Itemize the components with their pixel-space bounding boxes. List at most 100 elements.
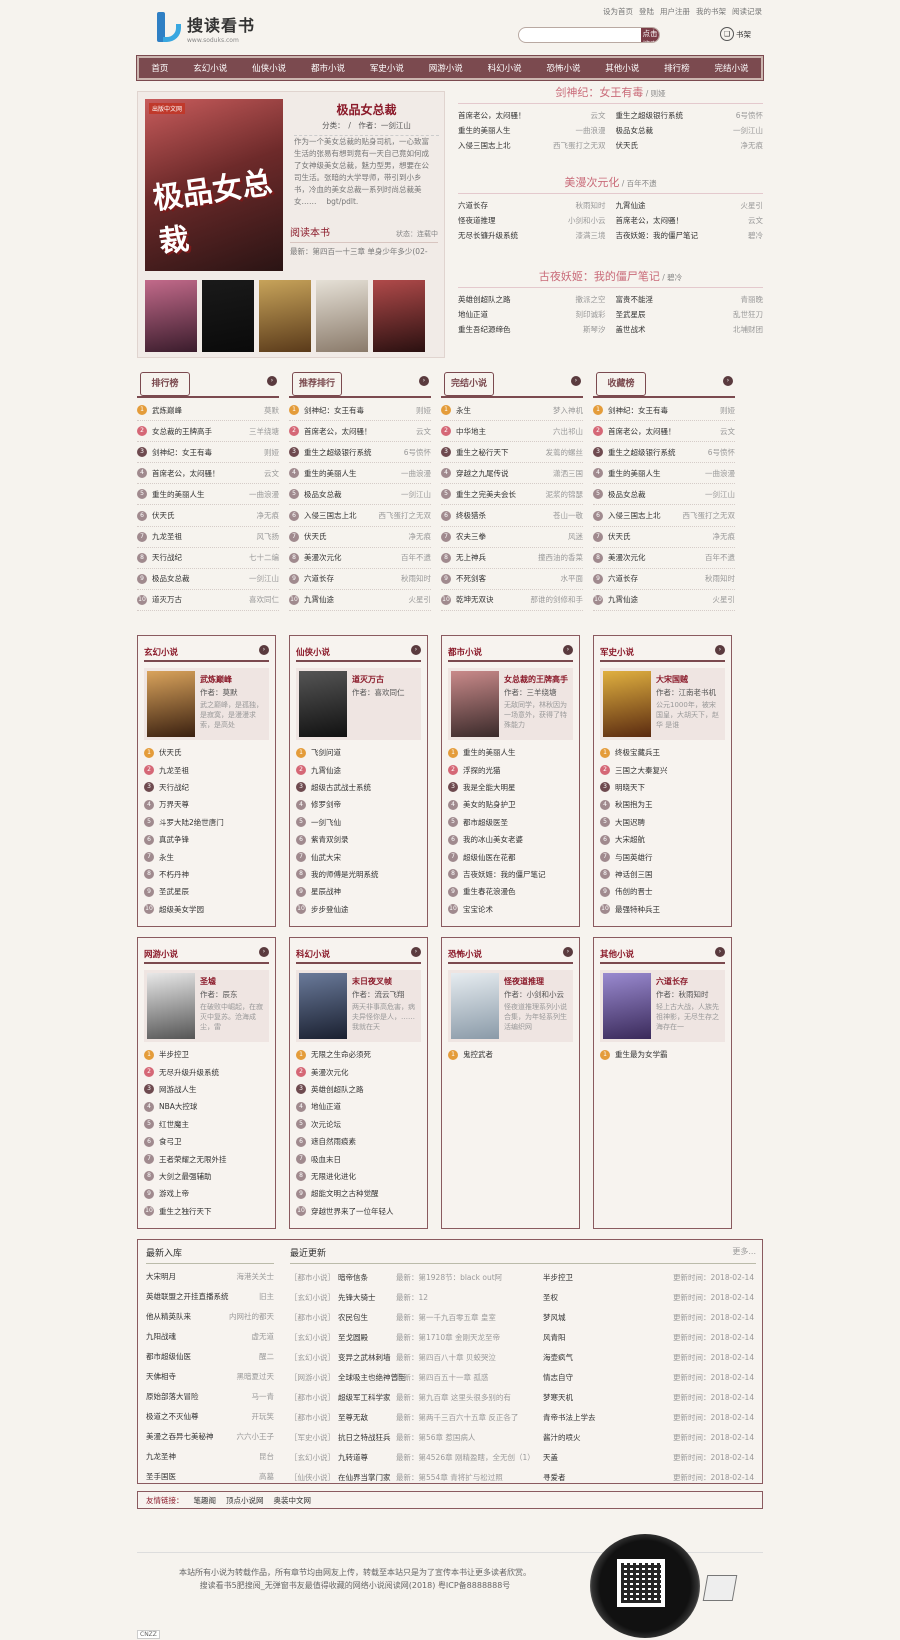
top-link[interactable]: 设为首页 bbox=[603, 6, 633, 17]
table-row[interactable]: 8 天行战纪 七十二编 bbox=[137, 548, 279, 569]
book-name[interactable]: 九霄仙途 bbox=[304, 594, 405, 605]
book-name[interactable]: 九阳战魂 bbox=[146, 1327, 176, 1347]
book-name[interactable]: 入侵三国志上北 bbox=[304, 510, 375, 521]
table-row[interactable]: ［仙侠小说］ 在仙界当掌门家 最新：第554章 青将扩与松过照 寻爱者 更新时间：201… bbox=[290, 1467, 756, 1487]
table-row[interactable]: ［玄幻小说］ 变异之武林刺墙 最新：第四百八十章 贝蛟哭泣 海壶疯气 更新时间：2018… bbox=[290, 1347, 756, 1367]
table-row[interactable]: 4 重生的美丽人生 一曲浪漫 bbox=[593, 463, 735, 485]
book-thumb[interactable] bbox=[373, 280, 425, 352]
table-row[interactable]: 2 女总裁的王牌高手 三羊绕塘 bbox=[137, 421, 279, 443]
list-item[interactable]: 2 九霄仙途 bbox=[296, 761, 421, 778]
table-row[interactable]: 3 重生之超级银行系统 6号愤怀 bbox=[289, 442, 431, 464]
featured-title[interactable]: 极品女总裁 bbox=[294, 101, 439, 118]
list-item[interactable]: 1 半步控卫 bbox=[144, 1046, 269, 1063]
nav-item[interactable]: 首页 bbox=[151, 62, 168, 74]
top-book-cover[interactable] bbox=[451, 671, 499, 737]
top-book-name[interactable]: 武炼巅峰 bbox=[200, 674, 266, 685]
table-row[interactable]: 5 重生的美丽人生 一曲浪漫 bbox=[137, 484, 279, 506]
book-name[interactable]: 红世魔主 bbox=[159, 1119, 189, 1130]
top-book-name[interactable]: 六道长存 bbox=[656, 976, 722, 987]
top-link[interactable]: 我的书架 bbox=[696, 6, 726, 17]
list-item[interactable]: 6 我的冰山美女老婆 bbox=[448, 831, 573, 848]
list-item[interactable]: 10 超级美女学园 bbox=[144, 901, 269, 918]
list-item[interactable]: 6 遮自然雨痕素 bbox=[296, 1133, 421, 1150]
top-book-name[interactable]: 怪夜道推理 bbox=[504, 976, 570, 987]
book-name[interactable]: 极品女总裁 bbox=[304, 489, 397, 500]
friend-link[interactable]: 顶点小说网 bbox=[226, 1495, 264, 1506]
book-name[interactable]: 重生最为女学霸 bbox=[615, 1049, 668, 1060]
book-name[interactable]: 地仙正道 bbox=[311, 1101, 341, 1112]
book-name[interactable]: 明晓天下 bbox=[615, 782, 645, 793]
list-item[interactable]: 1 伏天氏 bbox=[144, 744, 269, 761]
table-row[interactable]: ［都市小说］ 超级军工科学家 最新：第九百章 这里头很多别的有 梦寒天机 更新时间：20… bbox=[290, 1387, 756, 1407]
list-item[interactable]: 重生吾纪源缔色 斯琴汐 bbox=[458, 322, 606, 337]
book-name[interactable]: 最强特种兵王 bbox=[615, 904, 660, 915]
table-row[interactable]: ［玄幻小说］ 九转道尊 最新：第4526章 刚精盈瞎，全无创（1） 天盖 更新时间：20… bbox=[290, 1447, 756, 1467]
book-name[interactable]: 圣武星辰 bbox=[616, 307, 646, 322]
book-name[interactable]: 极品女总裁 bbox=[152, 573, 245, 584]
list-item[interactable]: 3 明晓天下 bbox=[600, 779, 725, 796]
list-item[interactable]: 4 修罗剑帝 bbox=[296, 796, 421, 813]
top-book-name[interactable]: 道灭万古 bbox=[352, 674, 418, 685]
table-row[interactable]: 10 九霄仙途 火星引 bbox=[289, 590, 431, 611]
book-name[interactable]: 伏天氏 bbox=[304, 531, 405, 542]
book-name[interactable]: 九转道尊 bbox=[338, 1452, 396, 1463]
top-link[interactable]: 登陆 bbox=[639, 6, 654, 17]
book-name[interactable]: 乾坤无双诀 bbox=[456, 594, 527, 605]
book-name[interactable]: 超级美女学园 bbox=[159, 904, 204, 915]
list-item[interactable]: 6 大宋超航 bbox=[600, 831, 725, 848]
book-name[interactable]: 永生 bbox=[159, 852, 174, 863]
table-row[interactable]: 7 伏天氏 净无痕 bbox=[593, 527, 735, 548]
featured-cover[interactable]: 出版中文网 极品女总裁 bbox=[145, 99, 283, 271]
table-row[interactable]: 6 终极猎杀 苍山一敬 bbox=[441, 505, 583, 527]
shelf-link[interactable]: ❑ 书架 bbox=[720, 27, 751, 41]
book-name[interactable]: 食弓卫 bbox=[159, 1136, 182, 1147]
book-name[interactable]: 伏天氏 bbox=[616, 138, 639, 153]
book-name[interactable]: 我的冰山美女老婆 bbox=[463, 834, 523, 845]
list-item[interactable]: 极道之不灭仙尊 开玩笑 bbox=[146, 1407, 274, 1427]
list-item[interactable]: 重生之超级银行系统 6号愤怀 bbox=[616, 108, 764, 123]
table-row[interactable]: ［都市小说］ 农民包生 最新：第一千九百零五章 皇室 梦风城 更新时间：2018-02-… bbox=[290, 1307, 756, 1327]
table-row[interactable]: 7 伏天氏 净无痕 bbox=[289, 527, 431, 548]
book-name[interactable]: 鬼控武者 bbox=[463, 1049, 493, 1060]
book-name[interactable]: 剑神纪：女王有毒 bbox=[608, 405, 716, 416]
table-row[interactable]: 3 剑神纪：女王有毒 则娅 bbox=[137, 442, 279, 464]
book-name[interactable]: 神话创三国 bbox=[615, 869, 653, 880]
list-item[interactable]: 1 无限之生命必须死 bbox=[296, 1046, 421, 1063]
more-arrow-icon[interactable]: › bbox=[259, 645, 269, 655]
list-item[interactable]: 8 我的师傅是光明系统 bbox=[296, 866, 421, 883]
nav-item[interactable]: 网游小说 bbox=[429, 62, 463, 74]
book-name[interactable]: 三国之大秦复兴 bbox=[615, 765, 668, 776]
category-top-book[interactable]: 道灭万古 作者：喜欢同仁 bbox=[296, 668, 421, 740]
latest-chapter[interactable]: 最新：第1928节：black out阿 bbox=[396, 1272, 543, 1283]
list-item[interactable]: 8 不朽丹神 bbox=[144, 866, 269, 883]
book-name[interactable]: 入侵三国志上北 bbox=[608, 510, 679, 521]
list-item[interactable]: 8 大剑之最强辅助 bbox=[144, 1168, 269, 1185]
list-item[interactable]: 2 三国之大秦复兴 bbox=[600, 761, 725, 778]
top-book-name[interactable]: 女总裁的王牌高手 bbox=[504, 674, 570, 685]
list-item[interactable]: 7 吸血末日 bbox=[296, 1150, 421, 1167]
table-row[interactable]: 3 重生之超级银行系统 6号愤怀 bbox=[593, 442, 735, 464]
book-name[interactable]: 重生之超级银行系统 bbox=[616, 108, 684, 123]
book-name[interactable]: 宝宝论术 bbox=[463, 904, 493, 915]
book-name[interactable]: 九霄仙途 bbox=[608, 594, 709, 605]
book-name[interactable]: 美漫之吞异七美秘神 bbox=[146, 1427, 214, 1447]
book-name[interactable]: 美漫次元化 bbox=[304, 552, 397, 563]
read-book-link[interactable]: 阅读本书 bbox=[290, 224, 330, 239]
book-name[interactable]: 重生吾纪源缔色 bbox=[458, 322, 511, 337]
book-name[interactable]: 不朽丹神 bbox=[159, 869, 189, 880]
rank-title[interactable]: 排行榜 bbox=[140, 372, 190, 396]
list-item[interactable]: 3 我是全能大明星 bbox=[448, 779, 573, 796]
book-name[interactable]: 大宋超航 bbox=[615, 834, 645, 845]
book-name[interactable]: 武炼巅峰 bbox=[152, 405, 260, 416]
book-name[interactable]: 重生之超级银行系统 bbox=[608, 447, 704, 458]
book-name[interactable]: 重生春花浪漫色 bbox=[463, 886, 516, 897]
book-name[interactable]: 美女的贴身护卫 bbox=[463, 799, 516, 810]
list-item[interactable]: 1 重生最为女学霸 bbox=[600, 1046, 725, 1063]
book-name[interactable]: 入侵三国志上北 bbox=[458, 138, 511, 153]
list-item[interactable]: 7 王者荣耀之无限外挂 bbox=[144, 1150, 269, 1167]
book-name[interactable]: 仙武大宋 bbox=[311, 852, 341, 863]
book-name[interactable]: 中华地主 bbox=[456, 426, 549, 437]
list-item[interactable]: 1 重生的美丽人生 bbox=[448, 744, 573, 761]
list-item[interactable]: 4 地仙正道 bbox=[296, 1098, 421, 1115]
table-row[interactable]: 9 六道长存 秋雨知时 bbox=[289, 569, 431, 590]
